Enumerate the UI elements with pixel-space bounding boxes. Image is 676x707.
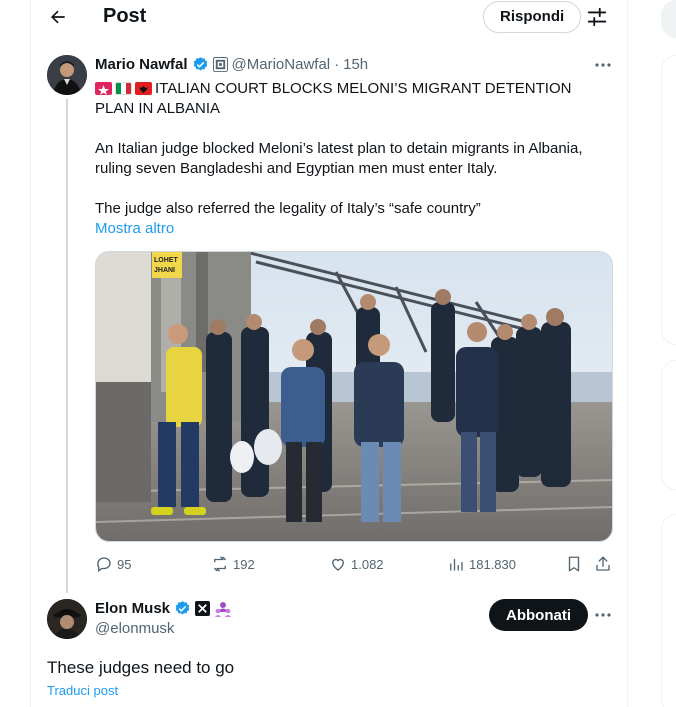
share-icon xyxy=(596,556,610,571)
author-name[interactable]: Mario Nawfal xyxy=(95,56,188,73)
flags-emoji xyxy=(95,82,152,95)
post-time[interactable]: 15h xyxy=(343,56,368,73)
tweet-paragraph: An Italian judge blocked Meloni’s latest… xyxy=(95,140,583,177)
author-handle[interactable]: @elonmusk xyxy=(95,620,174,637)
repost-action[interactable]: 192 xyxy=(211,555,255,573)
repost-count: 192 xyxy=(233,556,255,572)
reply-count: 95 xyxy=(117,556,132,572)
reply-bubble-icon xyxy=(97,557,111,573)
migrants-escorted-photo: LOHET JHANI xyxy=(96,252,612,541)
show-more-link[interactable]: Mostra altro xyxy=(95,220,174,237)
svg-text:JHANI: JHANI xyxy=(154,267,175,274)
views-action[interactable]: 181.830 xyxy=(447,555,516,573)
tweet-photo[interactable]: LOHET JHANI xyxy=(95,251,613,542)
affiliate-badge-icon xyxy=(212,57,228,72)
like-count: 1.082 xyxy=(351,556,384,572)
avatar[interactable] xyxy=(47,599,87,639)
headline-text: ITALIAN COURT BLOCKS MELONI’S MIGRANT DE… xyxy=(95,80,572,117)
bar-chart-icon xyxy=(450,558,463,571)
sidebar-card-partial xyxy=(661,55,676,345)
verified-badge-icon xyxy=(175,601,190,615)
more-dots-icon xyxy=(595,63,611,67)
verified-badge-icon xyxy=(193,57,207,71)
thread-line xyxy=(66,99,68,593)
arrow-left-icon xyxy=(51,10,65,24)
heart-icon xyxy=(332,558,344,571)
tweet-author-row: Mario Nawfal @MarioNawfal · 15h xyxy=(95,56,368,73)
bookmark-action[interactable] xyxy=(565,555,583,573)
more-dots-icon xyxy=(595,613,611,617)
author-name[interactable]: Elon Musk xyxy=(95,600,170,617)
reply-text: These judges need to go xyxy=(47,658,235,677)
sliders-icon[interactable] xyxy=(586,6,608,28)
x-logo-icon xyxy=(195,601,211,616)
avatar-image xyxy=(47,599,87,639)
avatar-image xyxy=(47,55,87,95)
avatar[interactable] xyxy=(47,55,87,95)
reply-author-row: Elon Musk xyxy=(95,600,232,617)
albania-flag-icon xyxy=(135,82,152,95)
repost-icon xyxy=(214,556,226,572)
share-action[interactable] xyxy=(594,555,612,573)
post-header: Post Rispondi xyxy=(30,0,628,34)
italy-flag-icon xyxy=(115,82,132,95)
subscribe-button[interactable]: Abbonati xyxy=(489,599,588,631)
author-handle[interactable]: @MarioNawfal xyxy=(232,56,331,73)
svg-text:LOHET: LOHET xyxy=(154,257,178,264)
like-action[interactable]: 1.082 xyxy=(329,555,384,573)
separator-dot: · xyxy=(334,56,340,73)
sidebar-search-partial[interactable] xyxy=(661,0,676,38)
sidebar-card-partial xyxy=(661,514,676,707)
more-options-button[interactable] xyxy=(592,606,614,624)
views-count: 181.830 xyxy=(469,556,516,572)
group-emoji-icon xyxy=(215,601,232,617)
tweet-actions: 95 192 1.082 181.830 xyxy=(95,555,615,575)
siren-emoji-icon xyxy=(95,82,112,95)
bookmark-icon xyxy=(568,556,580,572)
reply-action[interactable]: 95 xyxy=(95,555,131,573)
more-options-button[interactable] xyxy=(592,56,614,74)
reply-button[interactable]: Rispondi xyxy=(483,1,582,33)
page-title: Post xyxy=(103,5,147,27)
sidebar-card-partial xyxy=(661,360,676,490)
tweet-paragraph: The judge also referred the legality of … xyxy=(95,200,481,217)
translate-post-link[interactable]: Traduci post xyxy=(47,683,118,698)
tweet-headline: ITALIAN COURT BLOCKS MELONI’S MIGRANT DE… xyxy=(95,79,610,119)
back-button[interactable] xyxy=(44,4,72,30)
